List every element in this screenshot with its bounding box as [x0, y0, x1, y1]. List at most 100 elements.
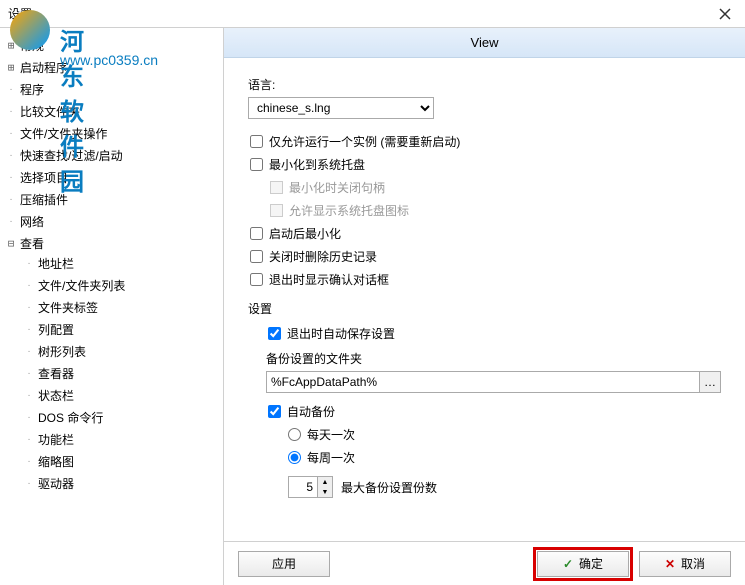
spinner-up-icon[interactable]: ▲ — [318, 477, 332, 487]
tree-dot-icon: · — [4, 106, 18, 117]
close-handle-checkbox — [270, 181, 283, 194]
cancel-button[interactable]: ✕取消 — [639, 551, 731, 577]
tree-item[interactable]: ·地址栏 — [22, 254, 219, 272]
tree-item[interactable]: ⊞启动程序 — [4, 58, 219, 76]
tree-item[interactable]: ⊟查看 — [4, 234, 219, 252]
window-title: 设置 — [8, 5, 705, 22]
tree-label: 快速查找/过滤/启动 — [18, 147, 123, 164]
single-instance-checkbox[interactable] — [250, 135, 263, 148]
clear-history-checkbox[interactable] — [250, 250, 263, 263]
tree-item[interactable]: ·程序 — [4, 80, 219, 98]
tree-label: 选择项目 — [18, 169, 68, 186]
settings-tree[interactable]: ⊞常规⊞启动程序·程序·比较文件夹·文件/文件夹操作·快速查找/过滤/启动·选择… — [0, 28, 224, 585]
tree-item[interactable]: ·功能栏 — [22, 430, 219, 448]
spinner-down-icon[interactable]: ▼ — [318, 487, 332, 497]
tree-dot-icon: · — [22, 324, 36, 335]
browse-button[interactable]: … — [699, 371, 721, 393]
section-header: View — [224, 28, 745, 58]
tree-label: 驱动器 — [36, 475, 74, 492]
tree-item[interactable]: ·比较文件夹 — [4, 102, 219, 120]
tree-dot-icon: · — [22, 434, 36, 445]
weekly-label: 每周一次 — [307, 449, 355, 466]
tree-dot-icon: · — [22, 390, 36, 401]
backup-folder-input[interactable] — [266, 371, 700, 393]
tree-dot-icon: · — [22, 302, 36, 313]
tree-dot-icon: · — [22, 478, 36, 489]
close-handle-label: 最小化时关闭句柄 — [289, 179, 385, 196]
backup-folder-label: 备份设置的文件夹 — [266, 350, 721, 367]
ok-button[interactable]: ✓确定 — [537, 551, 629, 577]
tree-item[interactable]: ·文件夹标签 — [22, 298, 219, 316]
settings-section-label: 设置 — [248, 300, 721, 317]
check-icon: ✓ — [563, 557, 573, 571]
tree-dot-icon: · — [22, 412, 36, 423]
tree-item[interactable]: ·列配置 — [22, 320, 219, 338]
confirm-exit-label: 退出时显示确认对话框 — [269, 271, 389, 288]
tree-dot-icon: · — [22, 280, 36, 291]
apply-button[interactable]: 应用 — [238, 551, 330, 577]
tree-label: 状态栏 — [36, 387, 74, 404]
daily-label: 每天一次 — [307, 426, 355, 443]
min-after-start-label: 启动后最小化 — [269, 225, 341, 242]
min-to-tray-label: 最小化到系统托盘 — [269, 156, 365, 173]
tree-label: 功能栏 — [36, 431, 74, 448]
close-button[interactable] — [705, 0, 745, 28]
tree-item[interactable]: ⊞常规 — [4, 36, 219, 54]
tree-item[interactable]: ·压缩插件 — [4, 190, 219, 208]
x-icon: ✕ — [665, 557, 675, 571]
tree-label: 程序 — [18, 81, 44, 98]
single-instance-label: 仅允许运行一个实例 (需要重新启动) — [269, 133, 460, 150]
tree-label: 列配置 — [36, 321, 74, 338]
tree-dot-icon: · — [22, 346, 36, 357]
tree-item[interactable]: ·快速查找/过滤/启动 — [4, 146, 219, 164]
tree-label: 文件夹标签 — [36, 299, 98, 316]
tree-label: 缩略图 — [36, 453, 74, 470]
tree-dot-icon: · — [4, 216, 18, 227]
tree-dot-icon: · — [22, 368, 36, 379]
daily-radio[interactable] — [288, 428, 301, 441]
autosave-label: 退出时自动保存设置 — [287, 325, 395, 342]
weekly-radio[interactable] — [288, 451, 301, 464]
tree-dot-icon: · — [4, 172, 18, 183]
tree-item[interactable]: ·查看器 — [22, 364, 219, 382]
expand-icon[interactable]: ⊞ — [4, 61, 18, 74]
tree-dot-icon: · — [4, 194, 18, 205]
tree-dot-icon: · — [22, 258, 36, 269]
tree-label: 压缩插件 — [18, 191, 68, 208]
tree-item[interactable]: ·缩略图 — [22, 452, 219, 470]
tree-item[interactable]: ·状态栏 — [22, 386, 219, 404]
tree-label: 地址栏 — [36, 255, 74, 272]
tree-item[interactable]: ·树形列表 — [22, 342, 219, 360]
tree-label: 树形列表 — [36, 343, 86, 360]
tree-item[interactable]: ·网络 — [4, 212, 219, 230]
tree-item[interactable]: ·文件/文件夹操作 — [4, 124, 219, 142]
show-tray-icon-label: 允许显示系统托盘图标 — [289, 202, 409, 219]
autosave-checkbox[interactable] — [268, 327, 281, 340]
tree-label: 文件/文件夹列表 — [36, 277, 125, 294]
max-backups-spinner[interactable]: ▲ ▼ — [288, 476, 333, 498]
tree-dot-icon: · — [4, 84, 18, 95]
auto-backup-checkbox[interactable] — [268, 405, 281, 418]
collapse-icon[interactable]: ⊟ — [4, 237, 18, 250]
tree-label: 查看器 — [36, 365, 74, 382]
tree-label: DOS 命令行 — [36, 409, 103, 426]
tree-item[interactable]: ·驱动器 — [22, 474, 219, 492]
tree-label: 常规 — [18, 37, 44, 54]
confirm-exit-checkbox[interactable] — [250, 273, 263, 286]
tree-label: 查看 — [18, 235, 44, 252]
language-label: 语言: — [248, 76, 721, 93]
language-select[interactable]: chinese_s.lng — [248, 97, 434, 119]
tree-item[interactable]: ·文件/文件夹列表 — [22, 276, 219, 294]
expand-icon[interactable]: ⊞ — [4, 39, 18, 52]
min-to-tray-checkbox[interactable] — [250, 158, 263, 171]
tree-dot-icon: · — [4, 128, 18, 139]
min-after-start-checkbox[interactable] — [250, 227, 263, 240]
max-backups-input[interactable] — [289, 477, 317, 497]
tree-item[interactable]: ·DOS 命令行 — [22, 408, 219, 426]
auto-backup-label: 自动备份 — [287, 403, 335, 420]
tree-label: 启动程序 — [18, 59, 68, 76]
show-tray-icon-checkbox — [270, 204, 283, 217]
max-backups-label: 最大备份设置份数 — [341, 479, 437, 496]
tree-item[interactable]: ·选择项目 — [4, 168, 219, 186]
tree-label: 比较文件夹 — [18, 103, 80, 120]
